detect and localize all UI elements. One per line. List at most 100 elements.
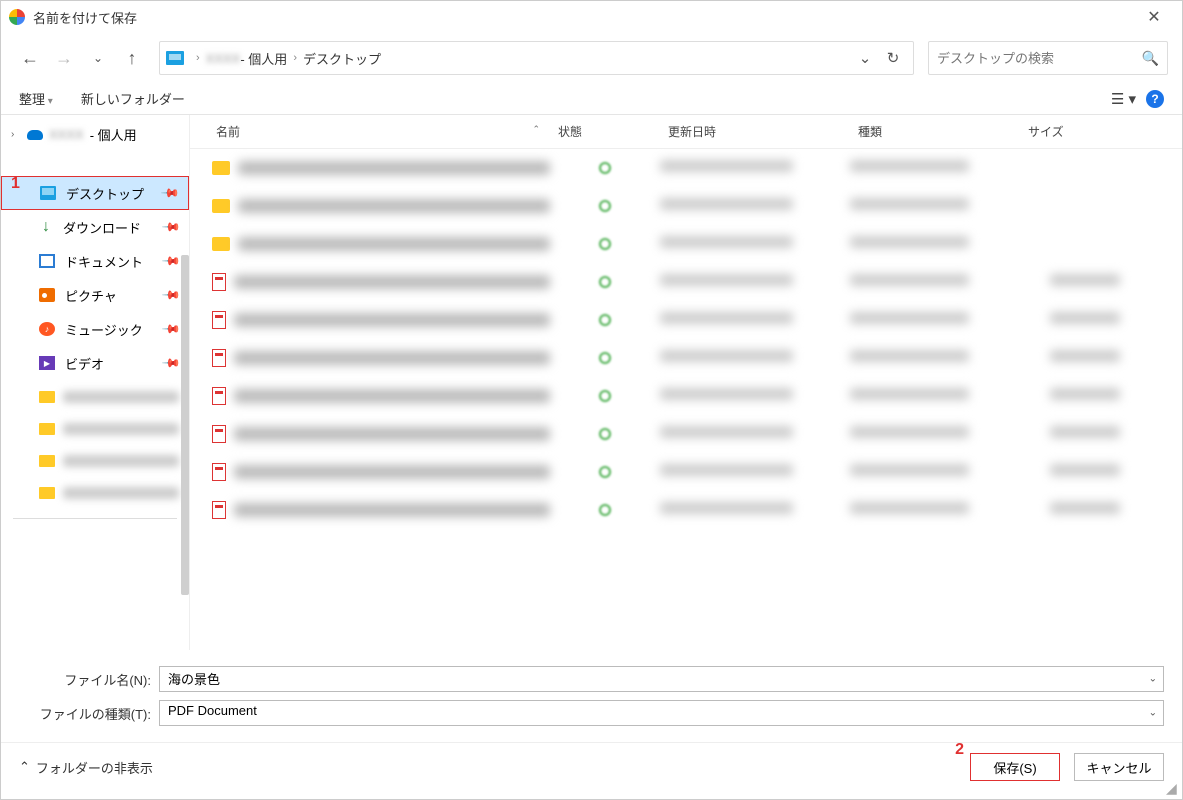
file-row[interactable] xyxy=(190,149,1182,187)
sidebar-item-pictures[interactable]: ピクチャ 📌 xyxy=(1,278,189,312)
picture-icon xyxy=(39,288,55,302)
sidebar-item-label: デスクトップ xyxy=(66,184,144,203)
sidebar-item-label: ビデオ xyxy=(65,354,104,373)
sidebar-item-downloads[interactable]: ↓ ダウンロード 📌 xyxy=(1,210,189,244)
file-row[interactable] xyxy=(190,491,1182,529)
desktop-icon xyxy=(40,186,56,200)
sidebar-item-redacted[interactable] xyxy=(39,446,179,476)
onedrive-label: - 個人用 xyxy=(90,125,137,144)
sidebar-item-documents[interactable]: ドキュメント 📌 xyxy=(1,244,189,278)
search-icon[interactable]: 🔍 xyxy=(1142,50,1159,67)
filename-input[interactable]: 海の景色 ⌄ xyxy=(159,666,1164,692)
onedrive-icon xyxy=(27,130,43,140)
resize-grip[interactable]: ◢ xyxy=(1166,783,1180,797)
close-button[interactable]: ✕ xyxy=(1134,3,1174,31)
sidebar-item-label: ドキュメント xyxy=(65,252,143,271)
help-button[interactable]: ? xyxy=(1146,90,1164,108)
sidebar-item-label: ダウンロード xyxy=(63,218,141,237)
column-headers: 名前⌃ 状態 更新日時 種類 サイズ xyxy=(190,115,1182,149)
filetype-label: ファイルの種類(T): xyxy=(19,704,159,723)
organize-menu[interactable]: 整理 xyxy=(19,89,53,108)
file-list: 名前⌃ 状態 更新日時 種類 サイズ xyxy=(189,115,1182,650)
sidebar-item-desktop[interactable]: デスクトップ 📌 xyxy=(1,176,189,210)
file-icon xyxy=(212,463,226,481)
window-title: 名前を付けて保存 xyxy=(33,8,1134,27)
filename-label: ファイル名(N): xyxy=(19,670,159,689)
onedrive-node[interactable]: › XXXX - 個人用 xyxy=(1,121,189,148)
up-button[interactable]: ↑ xyxy=(117,43,147,73)
column-size[interactable]: サイズ xyxy=(1020,121,1120,142)
app-icon xyxy=(9,9,25,25)
sidebar-item-redacted[interactable] xyxy=(39,414,179,444)
address-dropdown[interactable]: ⌄ xyxy=(851,44,879,72)
breadcrumb-desktop[interactable]: デスクトップ xyxy=(303,49,381,68)
file-row[interactable] xyxy=(190,377,1182,415)
chevron-up-icon: ⌃ xyxy=(19,759,30,775)
file-icon xyxy=(212,311,226,329)
pin-icon: 📌 xyxy=(160,183,180,203)
filetype-select[interactable]: PDF Document ⌄ xyxy=(159,700,1164,726)
search-box[interactable]: 🔍 xyxy=(928,41,1168,75)
file-row[interactable] xyxy=(190,415,1182,453)
view-options-button[interactable]: ☰ ▾ xyxy=(1111,90,1136,108)
chevron-down-icon[interactable]: ⌄ xyxy=(1149,708,1157,719)
file-row[interactable] xyxy=(190,339,1182,377)
recent-dropdown[interactable]: ⌄ xyxy=(83,43,113,73)
video-icon xyxy=(39,356,55,370)
breadcrumb-separator: › xyxy=(196,52,200,64)
column-state[interactable]: 状態 xyxy=(550,121,660,142)
document-icon xyxy=(39,254,55,268)
sidebar-item-label: ミュージック xyxy=(65,320,143,339)
file-icon xyxy=(212,273,226,291)
sidebar-item-redacted[interactable] xyxy=(39,382,179,412)
pin-icon: 📌 xyxy=(161,251,181,271)
location-icon xyxy=(166,51,184,65)
breadcrumb-personal[interactable]: - 個人用 xyxy=(240,49,287,68)
sidebar-item-redacted[interactable] xyxy=(39,478,179,508)
breadcrumb-separator: › xyxy=(293,52,297,64)
navigation-pane: › XXXX - 個人用 1 デスクトップ 📌 ↓ ダウンロード 📌 xyxy=(1,115,189,650)
pin-icon: 📌 xyxy=(161,353,181,373)
file-row[interactable] xyxy=(190,301,1182,339)
file-row[interactable] xyxy=(190,453,1182,491)
sidebar-scrollbar[interactable] xyxy=(181,255,189,595)
address-bar[interactable]: › XXXX - 個人用 › デスクトップ ⌄ ↻ xyxy=(159,41,914,75)
cancel-button[interactable]: キャンセル xyxy=(1074,753,1164,781)
file-row[interactable] xyxy=(190,263,1182,301)
file-row[interactable] xyxy=(190,187,1182,225)
folder-icon xyxy=(212,237,230,251)
column-date[interactable]: 更新日時 xyxy=(660,121,850,142)
save-button[interactable]: 保存(S) xyxy=(970,753,1060,781)
file-row[interactable] xyxy=(190,225,1182,263)
sidebar-separator xyxy=(13,518,177,519)
file-icon xyxy=(212,425,226,443)
column-name[interactable]: 名前⌃ xyxy=(190,121,550,142)
sidebar-item-videos[interactable]: ビデオ 📌 xyxy=(1,346,189,380)
chevron-right-icon: › xyxy=(11,129,21,140)
sort-indicator-icon: ⌃ xyxy=(532,124,540,135)
back-button[interactable]: ← xyxy=(15,43,45,73)
music-icon xyxy=(39,322,55,336)
sidebar-item-music[interactable]: ミュージック 📌 xyxy=(1,312,189,346)
pin-icon: 📌 xyxy=(161,285,181,305)
download-icon: ↓ xyxy=(39,220,53,234)
breadcrumb-user[interactable]: XXXX xyxy=(206,51,241,66)
folder-icon xyxy=(212,161,230,175)
forward-button[interactable]: → xyxy=(49,43,79,73)
annotation-2: 2 xyxy=(955,741,964,759)
search-input[interactable] xyxy=(937,51,1142,66)
pin-icon: 📌 xyxy=(161,319,181,339)
file-icon xyxy=(212,387,226,405)
filetype-value: PDF Document xyxy=(168,703,257,718)
folder-icon xyxy=(212,199,230,213)
file-icon xyxy=(212,349,226,367)
sidebar-item-label: ピクチャ xyxy=(65,286,117,305)
filename-value: 海の景色 xyxy=(168,672,220,687)
refresh-button[interactable]: ↻ xyxy=(879,44,907,72)
title-bar: 名前を付けて保存 ✕ xyxy=(1,1,1182,33)
hide-folders-toggle[interactable]: ⌃ フォルダーの非表示 xyxy=(19,758,153,777)
column-type[interactable]: 種類 xyxy=(850,121,1020,142)
pin-icon: 📌 xyxy=(161,217,181,237)
chevron-down-icon[interactable]: ⌄ xyxy=(1149,674,1157,685)
new-folder-button[interactable]: 新しいフォルダー xyxy=(81,89,185,108)
